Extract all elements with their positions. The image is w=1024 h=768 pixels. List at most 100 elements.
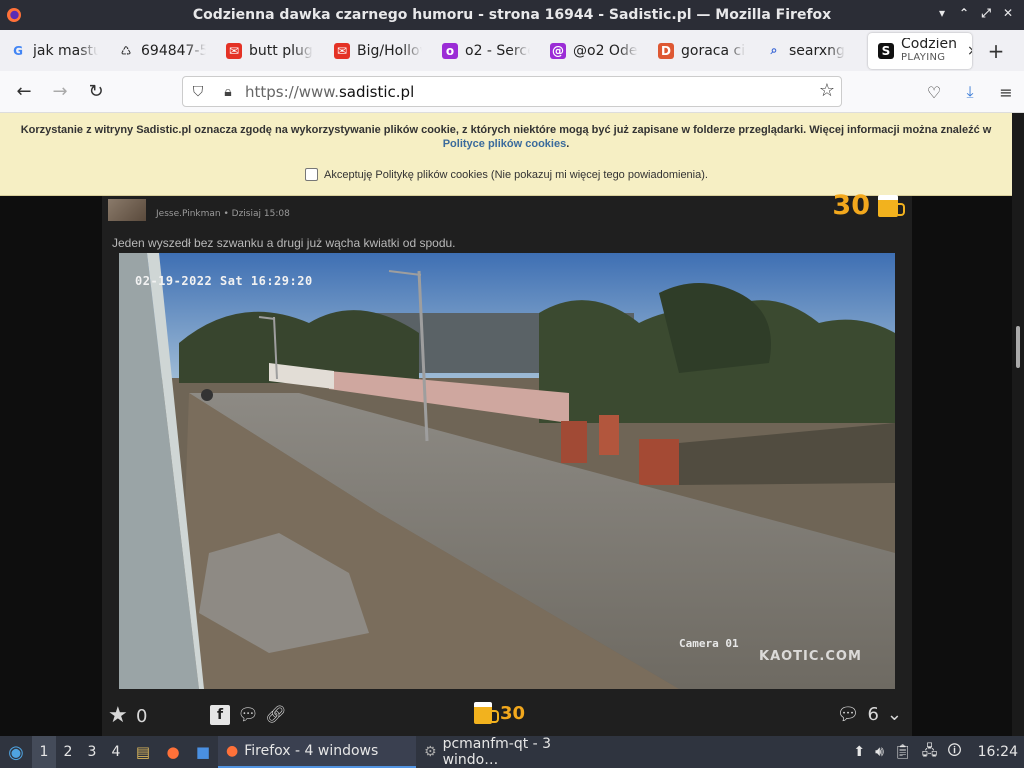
active-tab-text: Codzien PLAYING <box>901 38 957 64</box>
post-time: Dzisiaj 15:08 <box>231 209 290 219</box>
forward-button[interactable]: → <box>42 81 78 102</box>
tab-2[interactable]: ✉ butt plug <box>216 30 324 71</box>
tab-3[interactable]: ✉ Big/Hollov <box>324 30 432 71</box>
cookie-text: Korzystanie z witryny Sadistic.pl oznacz… <box>20 124 992 136</box>
workspace-3[interactable]: 3 <box>80 736 104 768</box>
task-firefox-label: Firefox - 4 windows <box>244 743 379 759</box>
workspace-2[interactable]: 2 <box>56 736 80 768</box>
close-tab-button[interactable]: × <box>967 43 972 59</box>
network-icon[interactable]: 🖧︎ <box>922 740 938 764</box>
comments-button[interactable]: 💬︎ 6 ⌄ <box>837 704 902 725</box>
file-manager-icon[interactable]: ▤ <box>128 743 158 761</box>
tab-5[interactable]: @ @o2 Odel <box>540 30 648 71</box>
firefox-icon: ● <box>226 743 239 759</box>
tab-6[interactable]: Dgoraca cip <box>648 30 756 71</box>
tab-label: butt plug <box>249 42 313 59</box>
cookie-message: Korzystanie z witryny Sadistic.pl oznacz… <box>10 123 1002 151</box>
checkbox-box[interactable] <box>305 168 318 181</box>
cookie-after-link: . <box>566 138 570 150</box>
link-icon[interactable]: 🔗︎ <box>265 705 287 725</box>
tab-0[interactable]: Gjak mastu <box>0 30 108 71</box>
google-icon: G <box>13 43 23 58</box>
recycle-icon: ♺ <box>120 43 132 58</box>
close-window-button[interactable]: ✕ <box>1000 6 1016 21</box>
favorites-count: 0 <box>136 706 148 727</box>
aliexpress-icon: ✉ <box>226 42 242 59</box>
page-scrollbar[interactable] <box>1012 113 1024 736</box>
comments-icon[interactable]: 💬︎ <box>837 704 860 725</box>
comments-count: 6 <box>867 704 879 725</box>
search-icon: ⌕ <box>770 43 778 57</box>
camera-label: Camera 01 <box>679 637 739 650</box>
lock-icon[interactable]: 🔒︎ <box>213 84 243 100</box>
page-content: Jesse.Pinkman • Dzisiaj 15:08 30 Jeden w… <box>0 190 1012 736</box>
start-menu-icon[interactable]: ◉ <box>0 742 32 763</box>
volume-icon[interactable]: 🔊︎ <box>875 744 884 760</box>
vote-button[interactable]: 30 <box>474 702 525 724</box>
new-tab-button[interactable]: + <box>976 39 1016 63</box>
active-tab-label: Codzien <box>901 37 957 51</box>
post-caption: Jeden wyszedł bez szwanku a drugi już wą… <box>112 236 456 250</box>
cookie-banner: Korzystanie z witryny Sadistic.pl oznacz… <box>0 113 1012 196</box>
url-bar[interactable]: ⛉ 🔒︎ https://www.sadistic.pl ☆ <box>182 76 842 107</box>
menu-icon[interactable]: ≡ <box>988 83 1024 102</box>
post-card: Jesse.Pinkman • Dzisiaj 15:08 30 Jeden w… <box>102 190 912 736</box>
desktop-icon[interactable]: ■ <box>188 743 218 761</box>
favorite-star-icon[interactable]: ★ <box>108 703 128 728</box>
clock[interactable]: 16:24 <box>978 744 1018 760</box>
taskbar: ◉ 1234 ▤ ● ■ ● Firefox - 4 windows ⚙ pcm… <box>0 736 1024 768</box>
post-meta: Jesse.Pinkman • Dzisiaj 15:08 <box>108 196 290 224</box>
votes-count: 30 <box>500 702 526 724</box>
tab-label: searxng <box>789 42 845 59</box>
post-byline: Jesse.Pinkman • Dzisiaj 15:08 <box>156 209 290 219</box>
task-firefox[interactable]: ● Firefox - 4 windows <box>218 736 416 768</box>
task-pcmanfm-label: pcmanfm-qt - 3 windo… <box>442 736 552 768</box>
notification-icon[interactable]: 🛈︎ <box>947 740 961 764</box>
window-title: Codzienna dawka czarnego humoru - strona… <box>192 7 832 23</box>
bookmark-star-icon[interactable]: ☆ <box>819 80 835 101</box>
url-text[interactable]: https://www.sadistic.pl <box>245 83 414 101</box>
gear-icon: ⚙ <box>424 744 437 760</box>
active-tab-playing: PLAYING <box>901 51 946 63</box>
post-author[interactable]: Jesse.Pinkman <box>156 209 221 219</box>
url-prefix: https://www. <box>245 82 339 101</box>
tab-4[interactable]: o o2 - Serce <box>432 30 540 71</box>
cookie-accept-checkbox[interactable]: Akceptuję Politykę plików cookies (Nie p… <box>305 168 708 181</box>
video-timestamp: 02-19-2022 Sat 16:29:20 <box>135 274 313 288</box>
messenger-icon[interactable]: 💬︎ <box>237 705 259 725</box>
updates-icon[interactable]: ⬆ <box>853 744 865 760</box>
minimize-button[interactable]: ▾ <box>934 6 950 21</box>
beer-icon[interactable] <box>878 194 905 217</box>
shield-icon[interactable]: ⛉ <box>183 84 213 100</box>
task-pcmanfm[interactable]: ⚙ pcmanfm-qt - 3 windo… <box>416 736 616 768</box>
tab-1[interactable]: ♺ 694847-5 <box>108 30 216 71</box>
clipboard-icon[interactable]: 📋︎ <box>894 744 912 760</box>
scrollbar-thumb[interactable] <box>1016 326 1020 368</box>
pocket-icon[interactable]: ♡ <box>916 83 952 102</box>
tab-label: 694847-5 <box>141 42 206 59</box>
beer-vote-icon[interactable] <box>474 702 499 724</box>
maximize-button[interactable]: ⤢ <box>978 6 994 21</box>
tab-list: Gjak mastu ♺ 694847-5 ✉ butt plug ✉ Big/Hollov… <box>0 30 864 71</box>
tab-active-sadistic[interactable]: S Codzien PLAYING × <box>868 32 972 69</box>
tab-label: goraca cip <box>681 42 746 59</box>
workspace-switcher: 1234 <box>32 736 128 768</box>
firefox-launcher-icon[interactable]: ● <box>158 743 188 761</box>
cookie-accept-label[interactable]: Akceptuję Politykę plików cookies (Nie p… <box>324 169 708 181</box>
downloads-icon[interactable]: ⤓ <box>952 82 988 102</box>
back-button[interactable]: ← <box>6 81 42 102</box>
tab-7[interactable]: ⌕ searxng <box>756 30 864 71</box>
facebook-icon[interactable]: f <box>210 705 230 725</box>
video-player[interactable]: 02-19-2022 Sat 16:29:20 Camera 01 KAOTIC… <box>119 253 895 689</box>
share-icons: f 💬︎ 🔗︎ <box>210 705 287 725</box>
tab-label: Big/Hollov <box>357 42 422 59</box>
workspace-1[interactable]: 1 <box>32 736 56 768</box>
avatar[interactable] <box>108 199 146 221</box>
window-titlebar: Codzienna dawka czarnego humoru - strona… <box>0 0 1024 30</box>
shade-button[interactable]: ⌃ <box>956 6 972 21</box>
o2-mail-icon: @ <box>550 42 566 59</box>
cookie-policy-link[interactable]: Polityce plików cookies <box>443 138 567 150</box>
workspace-4[interactable]: 4 <box>104 736 128 768</box>
reload-button[interactable]: ↻ <box>78 81 114 102</box>
expand-chevron-icon[interactable]: ⌄ <box>887 704 902 725</box>
